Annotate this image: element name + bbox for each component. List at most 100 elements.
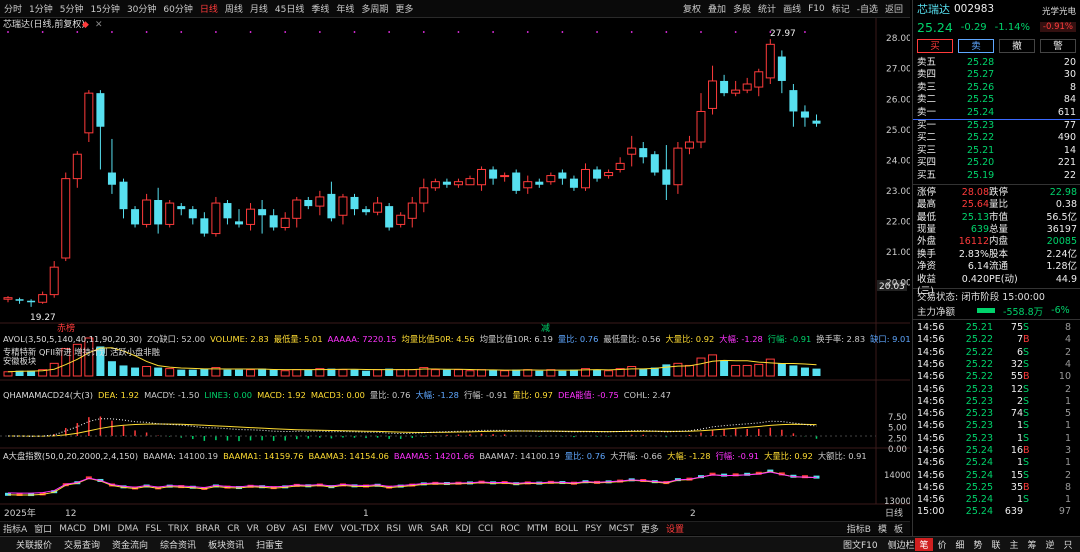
indicator-tab[interactable]: CCI <box>478 524 493 534</box>
toolbar-item[interactable]: -自选 <box>857 2 878 15</box>
indicator-tab[interactable]: SAR <box>430 524 448 534</box>
indicator-tab[interactable]: BOLL <box>555 524 578 534</box>
footer-icon[interactable]: 只 <box>1059 538 1077 551</box>
indicator-tab[interactable]: MACD <box>59 524 86 534</box>
indicator-tab[interactable]: DMI <box>93 524 110 534</box>
indicator-tab[interactable]: DMA <box>118 524 139 534</box>
alert-button[interactable]: 警 <box>1040 39 1076 53</box>
indicator-tab[interactable]: ASI <box>292 524 307 534</box>
tick-list[interactable]: 14:56 25.21 75 S 8 14:56 25.22 7 B 4 14:56 25.22 6 S 2… <box>913 322 1080 519</box>
footer-icon[interactable]: 细 <box>951 538 969 551</box>
indicator-tab[interactable]: KDJ <box>455 524 471 534</box>
stat-label: 外盘 <box>917 236 937 248</box>
volume-bar <box>338 369 348 377</box>
indicator-tab[interactable]: FSL <box>145 524 161 534</box>
period-button[interactable]: 日线 <box>885 507 903 519</box>
cancel-order-button[interactable]: 撤 <box>999 39 1035 53</box>
footer-link[interactable]: 交易查询 <box>64 538 100 551</box>
sector-name[interactable]: 光学光电 <box>1042 5 1076 17</box>
period-tab[interactable]: 5分钟 <box>60 2 84 15</box>
indicator-tab[interactable]: PSY <box>585 524 602 534</box>
toolbar-item[interactable]: 复权 <box>683 2 701 15</box>
period-tab[interactable]: 更多 <box>395 2 413 15</box>
footer-icon[interactable]: 价 <box>933 538 951 551</box>
period-tab[interactable]: 1分钟 <box>29 2 53 15</box>
footer-link[interactable]: 扫雷宝 <box>256 538 283 551</box>
toolbar-item[interactable]: 画线 <box>783 2 801 15</box>
dif-line <box>7 418 817 437</box>
footer-icon[interactable]: 主 <box>1005 538 1023 551</box>
period-tab[interactable]: 年线 <box>336 2 354 15</box>
quote-panel: 芯瑞达 002983 光学光电 25.24 -0.29 -1.14% -0.91… <box>912 0 1080 536</box>
indicator-tab[interactable]: VOL-TDX <box>340 524 379 534</box>
period-tab[interactable]: 30分钟 <box>127 2 156 15</box>
volume-bar <box>627 366 637 377</box>
toolbar-item[interactable]: 返回 <box>885 2 903 15</box>
indicator-tab[interactable]: 更多 <box>641 522 659 535</box>
close-icon[interactable]: ✕ <box>95 20 103 30</box>
book-row: 卖二 25.25 84 <box>913 94 1080 106</box>
period-tab[interactable]: 日线 <box>200 2 218 15</box>
kline-chart[interactable]: 芯瑞达(日线,前复权) ◆ ✕ 27.97 19.27 20.03 赤榜 减 2… <box>0 18 927 519</box>
indicator-tab[interactable]: EMV <box>314 524 334 534</box>
indicator-tab[interactable]: 指标A <box>3 522 27 535</box>
indicator-tab[interactable]: RSI <box>386 524 401 534</box>
stat-value: 22.98 <box>1049 186 1077 198</box>
indicator-tab[interactable]: CR <box>227 524 240 534</box>
indicator-tab[interactable]: VR <box>247 524 259 534</box>
tick-price: 25.24 <box>965 469 993 481</box>
indicator-tab[interactable]: MTM <box>527 524 548 534</box>
indicator-b-tab[interactable]: 指标B <box>847 522 871 535</box>
chart-area[interactable]: 芯瑞达(日线,前复权) ◆ ✕ 27.97 19.27 20.03 赤榜 减 2… <box>0 18 927 519</box>
footer-icon[interactable]: 筹 <box>1023 538 1041 551</box>
period-tab[interactable]: 60分钟 <box>163 2 192 15</box>
period-tab[interactable]: 分时 <box>4 2 22 15</box>
footer-icon[interactable]: 逆 <box>1041 538 1059 551</box>
period-tab[interactable]: 月线 <box>250 2 268 15</box>
book-price: 25.28 <box>967 57 995 68</box>
candle-body <box>211 202 221 235</box>
footer-link[interactable]: 综合资讯 <box>160 538 196 551</box>
footer-link[interactable]: 资金流向 <box>112 538 148 551</box>
tick-volume: 6 <box>1016 346 1023 358</box>
toolbar-item[interactable]: 统计 <box>758 2 776 15</box>
period-tab[interactable]: 45日线 <box>275 2 304 15</box>
indicator-b-tab[interactable]: 模 <box>878 522 887 535</box>
footer-link[interactable]: 板块资讯 <box>208 538 244 551</box>
main-flow-label: 主力净额 <box>917 306 956 318</box>
buy-button[interactable]: 买 <box>917 39 953 53</box>
toolbar-item[interactable]: 叠加 <box>708 2 726 15</box>
indicator-tab[interactable]: ROC <box>500 524 520 534</box>
period-tab[interactable]: 季线 <box>311 2 329 15</box>
indicator-tab[interactable]: MCST <box>609 524 634 534</box>
period-tab[interactable]: 周线 <box>225 2 243 15</box>
indicator-tab[interactable]: BRAR <box>196 524 220 534</box>
footer-icon[interactable]: 笔 <box>915 538 933 551</box>
indicator-tab[interactable]: TRIX <box>168 524 189 534</box>
footer-icon[interactable]: 势 <box>969 538 987 551</box>
indicator-b-tab[interactable]: 板 <box>894 522 903 535</box>
period-tab[interactable]: 15分钟 <box>90 2 119 15</box>
indicator-tab[interactable]: WR <box>408 524 423 534</box>
indicator-tab[interactable]: OBV <box>266 524 285 534</box>
indicator-tab[interactable]: 设置 <box>666 522 684 535</box>
footer-icon[interactable]: 联 <box>987 538 1005 551</box>
book-label: 买四 <box>917 157 937 169</box>
indicator-tab[interactable]: 窗口 <box>34 522 52 535</box>
sell-button[interactable]: 卖 <box>958 39 994 53</box>
footer-right-link[interactable]: 图文F10 <box>843 538 878 551</box>
up-arrow-icon[interactable]: ◆ <box>82 20 89 30</box>
footer-link[interactable]: 关联报价 <box>16 538 52 551</box>
stat-row: 涨停 28.08 跌停 22.98 <box>913 187 1080 199</box>
toolbar-item[interactable]: 标记 <box>832 2 850 15</box>
avol-indicator-header: AVOL(3,50,5,140,40,11,90,20,30) ZQ缺口: 52.… <box>3 334 910 344</box>
tick-count: 1 <box>1064 432 1071 444</box>
volume-bar <box>720 360 729 376</box>
toolbar-item[interactable]: 多股 <box>733 2 751 15</box>
footer-right-link[interactable]: 侧边栏 <box>888 538 915 551</box>
candle-body <box>500 175 510 178</box>
toolbar-item[interactable]: F10 <box>808 4 825 14</box>
volume-bar <box>280 370 290 377</box>
period-tab[interactable]: 多周期 <box>361 2 388 15</box>
volume-bar <box>442 369 451 376</box>
